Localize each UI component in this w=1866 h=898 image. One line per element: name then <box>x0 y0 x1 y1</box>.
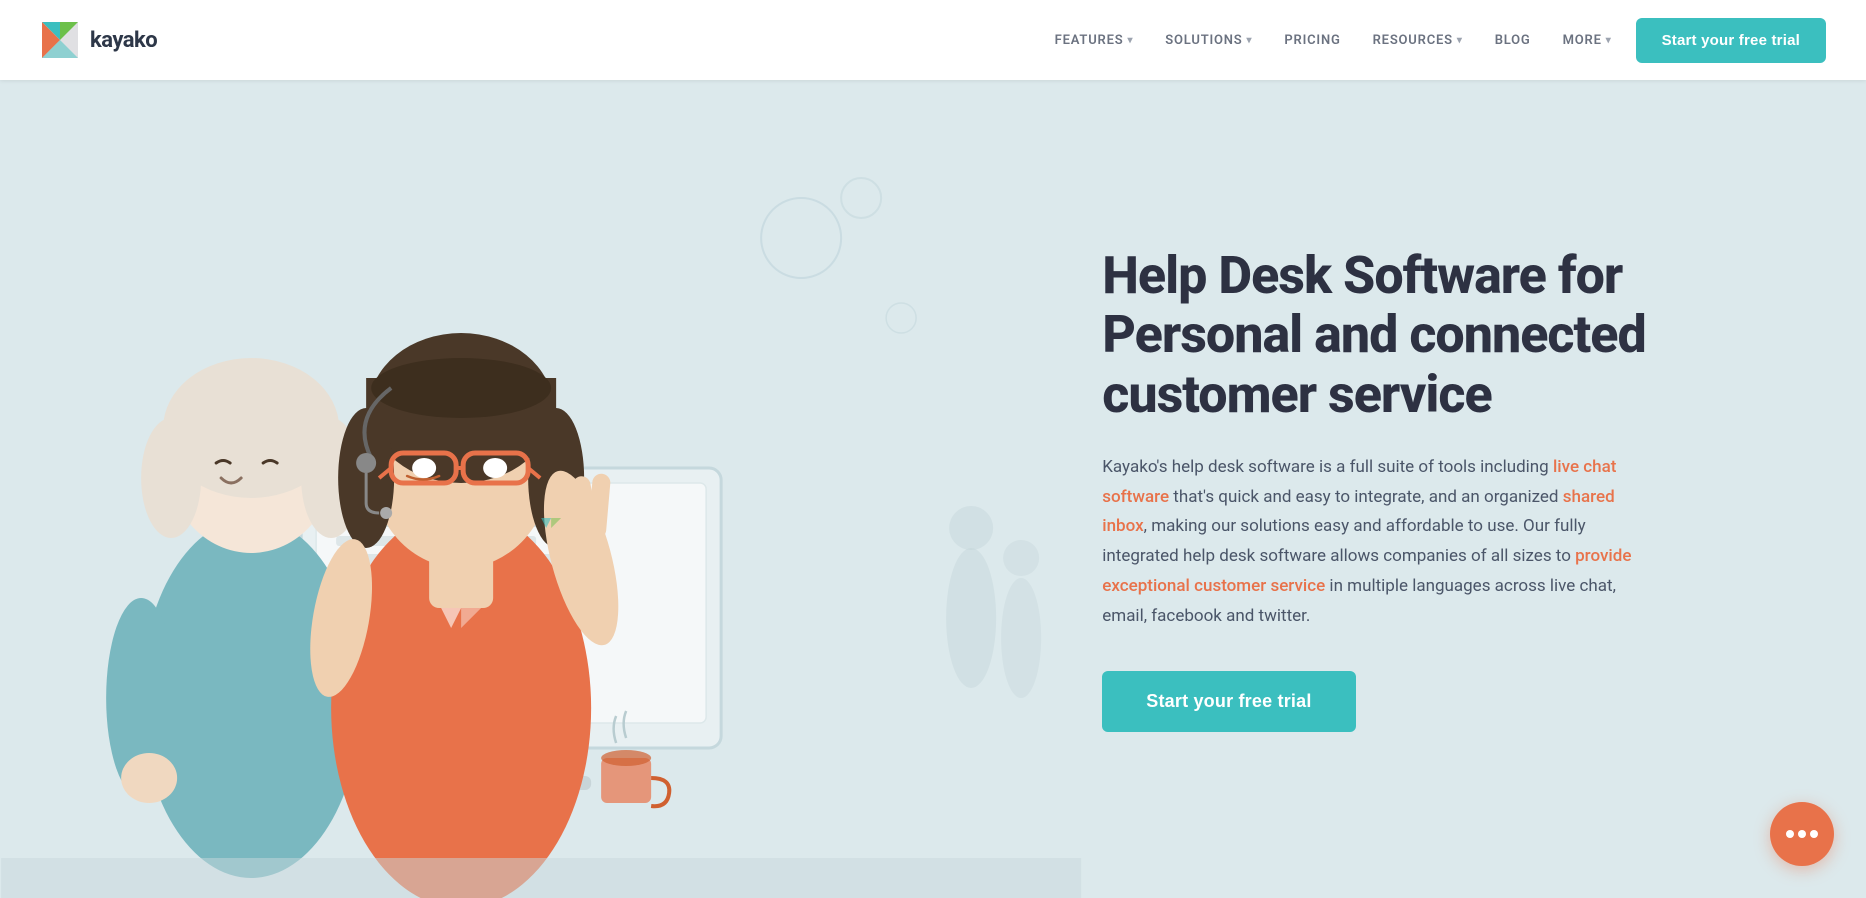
hero-cta-button[interactable]: Start your free trial <box>1102 671 1355 732</box>
nav-more[interactable]: MORE ▾ <box>1563 33 1612 48</box>
chat-dot-1 <box>1786 830 1794 838</box>
nav-pricing[interactable]: PRICING <box>1284 33 1340 48</box>
more-chevron: ▾ <box>1606 35 1612 46</box>
navbar: kayako FEATURES ▾ SOLUTIONS ▾ PRICING RE… <box>0 0 1866 80</box>
hero-section: Help Desk Software for Personal and conn… <box>0 80 1866 898</box>
chat-dot-3 <box>1810 830 1818 838</box>
solutions-chevron: ▾ <box>1247 35 1253 46</box>
chat-widget-button[interactable] <box>1770 802 1834 866</box>
bg-circle-2 <box>1462 407 1642 587</box>
nav-solutions[interactable]: SOLUTIONS ▾ <box>1165 33 1252 48</box>
hero-illustration-area <box>0 80 1082 898</box>
nav-blog[interactable]: BLOG <box>1495 33 1531 48</box>
nav-cta-button[interactable]: Start your free trial <box>1636 18 1826 63</box>
features-chevron: ▾ <box>1127 35 1133 46</box>
nav-resources[interactable]: RESOURCES ▾ <box>1373 33 1463 48</box>
logo-link[interactable]: kayako <box>40 20 157 60</box>
resources-chevron: ▾ <box>1457 35 1463 46</box>
kayako-logo-icon <box>40 20 80 60</box>
nav-features[interactable]: FEATURES ▾ <box>1055 33 1134 48</box>
nav-links: FEATURES ▾ SOLUTIONS ▾ PRICING RESOURCES… <box>1055 33 1612 48</box>
chat-bubble-dots <box>1786 830 1818 838</box>
logo-text: kayako <box>90 28 157 53</box>
chat-dot-2 <box>1798 830 1806 838</box>
hero-svg-illustration <box>0 118 1082 898</box>
